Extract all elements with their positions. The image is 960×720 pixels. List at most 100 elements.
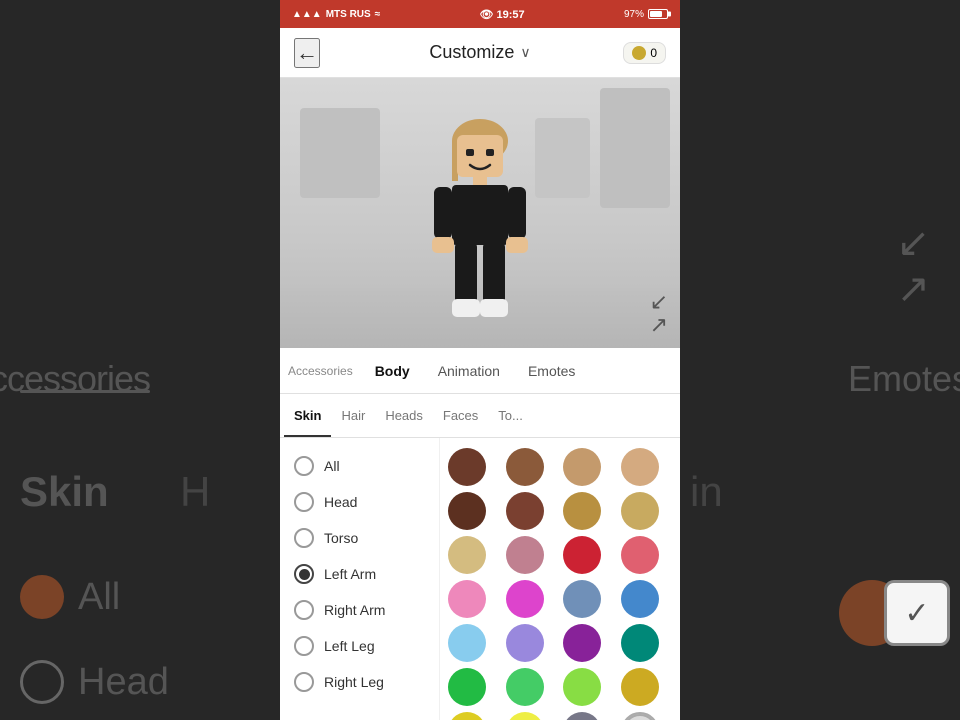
- color-swatch-c7[interactable]: [563, 492, 601, 530]
- color-swatch-c13[interactable]: [448, 580, 486, 618]
- header: ← Customize ∨ 0: [280, 28, 680, 78]
- bg-underline: [20, 390, 150, 393]
- color-swatch-c8[interactable]: [621, 492, 659, 530]
- battery-pct: 97%: [624, 9, 644, 20]
- body-part-label-left_leg: Left Leg: [324, 638, 375, 654]
- sub-tab-heads[interactable]: Heads: [375, 395, 433, 438]
- sub-tab-torso[interactable]: To...: [488, 395, 533, 438]
- color-swatch-c27[interactable]: [563, 712, 601, 720]
- color-swatch-c11[interactable]: [563, 536, 601, 574]
- color-swatch-c14[interactable]: [506, 580, 544, 618]
- radio-all: [294, 456, 314, 476]
- tab-accessories[interactable]: Accessories: [280, 348, 361, 393]
- expand-icon: ↗: [650, 314, 668, 336]
- tab-animation[interactable]: Animation: [424, 348, 514, 393]
- color-grid: [440, 438, 680, 720]
- wifi-icon: ≈: [375, 9, 381, 20]
- dropdown-icon[interactable]: ∨: [520, 44, 530, 61]
- bg-head-circle: [20, 660, 64, 704]
- radio-torso: [294, 528, 314, 548]
- bg-left-content: ccessories Skin H All Head: [0, 0, 280, 720]
- body-part-torso[interactable]: Torso: [280, 520, 439, 556]
- bg-arrow-icon: ↙↗: [896, 220, 930, 312]
- color-swatch-c5[interactable]: [448, 492, 486, 530]
- bg-all-radio: All: [20, 575, 120, 619]
- radio-left_arm: [294, 564, 314, 584]
- back-button[interactable]: ←: [294, 38, 320, 68]
- tabs-row: Accessories Body Animation Emotes: [280, 348, 680, 394]
- color-swatch-c16[interactable]: [621, 580, 659, 618]
- status-time: 👁 19:57: [480, 8, 525, 21]
- coins-badge: 0: [623, 42, 666, 64]
- character-svg: [410, 113, 550, 333]
- body-part-label-all: All: [324, 458, 340, 474]
- coin-icon: [632, 46, 646, 60]
- color-swatch-c10[interactable]: [506, 536, 544, 574]
- bg-skin-label: Skin: [20, 468, 109, 516]
- bg-h-label: H: [180, 468, 210, 516]
- body-part-label-left_arm: Left Arm: [324, 566, 376, 582]
- sub-tabs-row: Skin Hair Heads Faces To...: [280, 394, 680, 438]
- color-swatch-c28[interactable]: [621, 712, 659, 720]
- color-swatch-c17[interactable]: [448, 624, 486, 662]
- color-swatch-c21[interactable]: [448, 668, 486, 706]
- carrier-name: MTS RUS: [326, 9, 371, 20]
- sub-tab-skin[interactable]: Skin: [284, 395, 331, 438]
- sub-tab-faces[interactable]: Faces: [433, 395, 488, 438]
- color-swatch-c3[interactable]: [563, 448, 601, 486]
- compress-icon: ↙: [650, 291, 668, 313]
- color-swatch-c24[interactable]: [621, 668, 659, 706]
- color-swatch-c1[interactable]: [448, 448, 486, 486]
- outer-container: ccessories Skin H All Head Emotes ↙↗ ✓ i…: [0, 0, 960, 720]
- color-swatch-c4[interactable]: [621, 448, 659, 486]
- eye-icon: 👁: [480, 9, 494, 21]
- bg-all-label: All: [78, 576, 120, 619]
- sub-tab-hair[interactable]: Hair: [331, 395, 375, 438]
- header-title: Customize ∨: [429, 42, 530, 63]
- status-right: 97%: [624, 9, 668, 20]
- body-part-left_leg[interactable]: Left Leg: [280, 628, 439, 664]
- color-swatch-c9[interactable]: [448, 536, 486, 574]
- color-swatch-c12[interactable]: [621, 536, 659, 574]
- time-display: 19:57: [497, 9, 525, 21]
- radio-right_leg: [294, 672, 314, 692]
- bg-all-circle: [20, 575, 64, 619]
- body-part-right_leg[interactable]: Right Leg: [280, 664, 439, 700]
- color-swatch-c15[interactable]: [563, 580, 601, 618]
- body-part-head[interactable]: Head: [280, 484, 439, 520]
- color-swatch-c18[interactable]: [506, 624, 544, 662]
- body-part-label-right_arm: Right Arm: [324, 602, 385, 618]
- color-swatch-c19[interactable]: [563, 624, 601, 662]
- bg-checkbox: ✓: [884, 580, 950, 646]
- body-part-right_arm[interactable]: Right Arm: [280, 592, 439, 628]
- color-swatch-c23[interactable]: [563, 668, 601, 706]
- coins-count: 0: [650, 46, 657, 60]
- color-swatch-c22[interactable]: [506, 668, 544, 706]
- tab-emotes[interactable]: Emotes: [514, 348, 589, 393]
- status-bar: ▲▲▲ MTS RUS ≈ 👁 19:57 97%: [280, 0, 680, 28]
- bg-right-content: Emotes ↙↗ ✓ in: [680, 0, 960, 720]
- bg-block-right-tall: [600, 88, 670, 208]
- bg-in-label: in: [690, 468, 723, 516]
- radio-head: [294, 492, 314, 512]
- color-swatch-c6[interactable]: [506, 492, 544, 530]
- color-swatch-c26[interactable]: [506, 712, 544, 720]
- body-part-label-right_leg: Right Leg: [324, 674, 384, 690]
- status-left: ▲▲▲ MTS RUS ≈: [292, 9, 380, 20]
- compress-button[interactable]: ↙ ↗: [650, 291, 668, 336]
- bg-head-radio: Head: [20, 660, 169, 704]
- content-area: All Head Torso Left Arm Right Arm Left Leg Rig…: [280, 438, 680, 720]
- color-swatch-c2[interactable]: [506, 448, 544, 486]
- bg-emotes-text: Emotes: [848, 358, 960, 400]
- body-part-left_arm[interactable]: Left Arm: [280, 556, 439, 592]
- bg-head-label: Head: [78, 661, 169, 704]
- body-part-label-head: Head: [324, 494, 357, 510]
- phone-panel: ▲▲▲ MTS RUS ≈ 👁 19:57 97% ← Customize ∨: [280, 0, 680, 720]
- signal-bars: ▲▲▲: [292, 9, 322, 20]
- color-swatch-c25[interactable]: [448, 712, 486, 720]
- radio-right_arm: [294, 600, 314, 620]
- tab-body[interactable]: Body: [361, 348, 424, 393]
- body-part-label-torso: Torso: [324, 530, 358, 546]
- color-swatch-c20[interactable]: [621, 624, 659, 662]
- body-part-all[interactable]: All: [280, 448, 439, 484]
